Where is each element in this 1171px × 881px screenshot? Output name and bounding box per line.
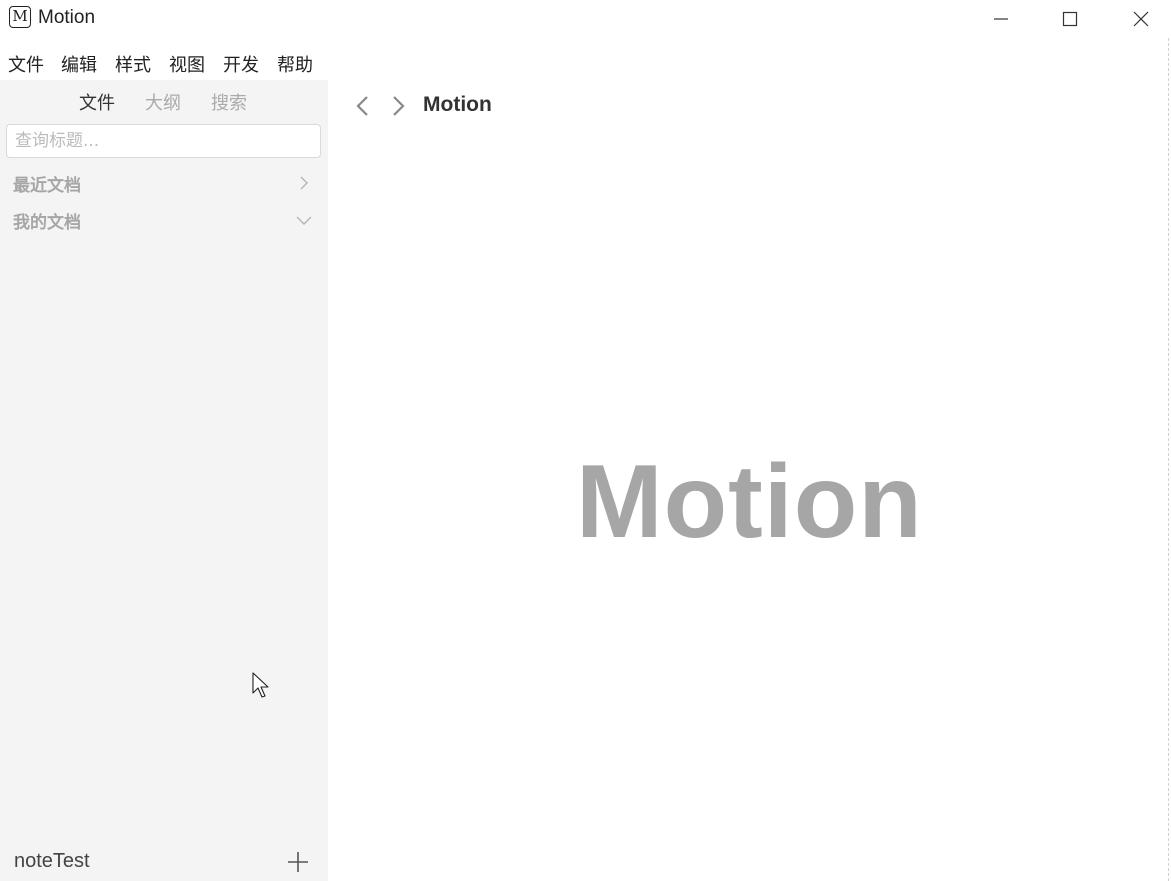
menu-help[interactable]: 帮助 xyxy=(277,51,313,77)
close-button[interactable] xyxy=(1118,0,1164,38)
chevron-down-icon xyxy=(296,216,312,225)
close-icon xyxy=(1133,11,1149,27)
add-document-icon[interactable] xyxy=(287,851,309,873)
mouse-cursor-icon xyxy=(252,672,269,698)
menu-develop[interactable]: 开发 xyxy=(223,51,259,77)
document-title: Motion xyxy=(423,93,492,116)
section-recent-docs-label: 最近文档 xyxy=(13,176,81,196)
chevron-right-icon xyxy=(300,176,308,190)
back-arrow-icon[interactable] xyxy=(353,95,373,117)
title-bar: M Motion xyxy=(0,0,1171,38)
main-content: Motion Motion xyxy=(328,80,1171,881)
tab-outline[interactable]: 大纲 xyxy=(145,89,181,115)
tab-files[interactable]: 文件 xyxy=(79,89,115,115)
menu-style[interactable]: 样式 xyxy=(115,51,151,77)
menu-edit[interactable]: 编辑 xyxy=(61,51,97,77)
window-edge-divider xyxy=(1168,38,1169,881)
section-my-docs[interactable]: 我的文档 xyxy=(0,205,328,235)
forward-arrow-icon[interactable] xyxy=(388,95,408,117)
section-my-docs-label: 我的文档 xyxy=(13,213,81,233)
sidebar: 文件 大纲 搜索 最近文档 我的文档 noteTest xyxy=(0,80,328,881)
window-title: Motion xyxy=(38,7,96,28)
menu-file[interactable]: 文件 xyxy=(8,51,44,77)
tab-search[interactable]: 搜索 xyxy=(211,89,247,115)
minimize-button[interactable] xyxy=(978,0,1024,38)
app-logo-icon: M xyxy=(9,6,31,28)
splash-logo-text: Motion xyxy=(576,444,923,560)
maximize-icon xyxy=(1062,11,1078,27)
menu-bar: 文件 编辑 样式 视图 开发 帮助 xyxy=(0,44,1171,78)
workspace-name[interactable]: noteTest xyxy=(14,850,90,873)
title-search-input[interactable] xyxy=(6,124,321,158)
section-recent-docs[interactable]: 最近文档 xyxy=(0,168,328,198)
menu-view[interactable]: 视图 xyxy=(169,51,205,77)
minimize-icon xyxy=(994,18,1008,20)
maximize-button[interactable] xyxy=(1047,0,1093,38)
